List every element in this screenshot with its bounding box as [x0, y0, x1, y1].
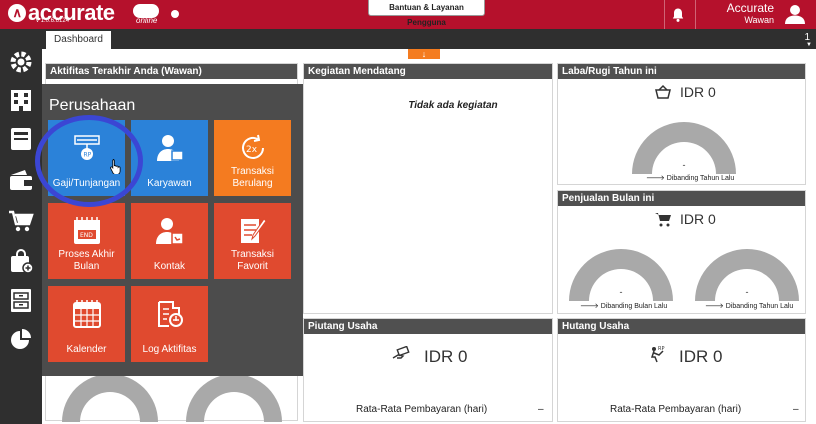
logo-version: v 1.0.6.6124 — [36, 18, 70, 24]
divider — [695, 0, 696, 29]
panel-title: Aktifitas Terakhir Anda (Wawan) — [46, 64, 297, 79]
tile-activity-log[interactable]: Log Aktifitas — [131, 286, 208, 362]
tile-contact[interactable]: Kontak — [131, 203, 208, 279]
bag-icon[interactable] — [8, 248, 34, 274]
panel-title: Penjualan Bulan ini — [558, 191, 805, 206]
tile-label: Kalender — [66, 344, 107, 355]
piechart-icon[interactable] — [8, 327, 34, 353]
favorite-transaction-icon — [238, 216, 268, 246]
sidebar — [0, 29, 42, 424]
avg-payment-label: Rata-Rata Pembayaran (hari) — [610, 404, 742, 415]
tab-dashboard[interactable]: Dashboard — [46, 31, 111, 49]
tab-bar: Dashboard 1 ▼ — [42, 29, 816, 49]
gauge-caption: 🡒 Dibanding Bulan Lalu — [580, 303, 668, 310]
company-icon[interactable] — [8, 87, 34, 113]
tile-favorite-transaction[interactable]: Transaksi Favorit — [214, 203, 291, 279]
profit-panel: Laba/Rugi Tahun ini IDR 0 - 🡒 Dibanding … — [557, 63, 806, 185]
tile-label: Transaksi Favorit — [231, 249, 274, 272]
bell-icon[interactable] — [670, 7, 686, 23]
app-name: Accurate — [726, 1, 774, 15]
calendar-icon — [72, 299, 102, 329]
balance-icon — [654, 84, 672, 100]
chevron-down-icon[interactable]: ▼ — [806, 42, 812, 48]
gauge-value: - — [682, 160, 686, 170]
upcoming-panel: Kegiatan Mendatang Tidak ada kegiatan — [303, 63, 553, 314]
cart-icon — [654, 211, 672, 227]
panel-title: Piutang Usaha — [304, 319, 552, 334]
svg-text:RP: RP — [658, 346, 665, 352]
tile-label: Proses Akhir Bulan — [58, 249, 115, 272]
user-name: Wawan — [744, 15, 774, 25]
gauge-value: - — [619, 287, 623, 297]
cabinet-icon[interactable] — [8, 287, 34, 313]
wallet-icon[interactable] — [8, 167, 34, 193]
help-button[interactable]: Bantuan & Layanan Pengguna — [368, 0, 485, 27]
logo-online: online — [136, 16, 158, 25]
tile-recurring[interactable]: 2x Transaksi Berulang — [214, 120, 291, 196]
divider — [664, 0, 665, 29]
avg-payment-label: Rata-Rata Pembayaran (hari) — [356, 404, 488, 415]
gear-icon[interactable] — [8, 49, 34, 75]
svg-text:2x: 2x — [246, 145, 258, 155]
tile-label: Karyawan — [147, 178, 192, 189]
recurring-icon: 2x — [238, 133, 268, 163]
empty-message: Tidak ada kegiatan — [408, 100, 498, 111]
cart-icon[interactable] — [8, 208, 34, 234]
gauge-chart — [62, 374, 282, 422]
top-bar: ∧ accurate v 1.0.6.6124 online Bantuan & … — [0, 0, 816, 29]
sales-amount: IDR 0 — [680, 211, 716, 227]
gauge-caption: 🡒 Dibanding Tahun Lalu — [646, 175, 735, 182]
tile-month-end[interactable]: END Proses Akhir Bulan — [48, 203, 125, 279]
avg-payment-value: – — [793, 404, 799, 415]
gauge-caption: 🡒 Dibanding Tahun Lalu — [705, 303, 794, 310]
payable-amount: IDR 0 — [679, 347, 723, 366]
user-menu[interactable]: Accurate Wawan — [727, 2, 774, 25]
collapse-toggle-button[interactable]: ↓ — [408, 49, 440, 59]
panel-title: Hutang Usaha — [558, 319, 805, 334]
tile-label: Transaksi Berulang — [231, 166, 274, 189]
avg-payment-value: – — [538, 404, 544, 415]
profit-amount: IDR 0 — [680, 84, 716, 100]
hand-cursor-icon — [110, 158, 122, 175]
sales-panel: Penjualan Bulan ini IDR 0 - 🡒 Dibanding … — [557, 190, 806, 314]
contact-icon — [155, 216, 185, 246]
receivable-panel: Piutang Usaha IDR 0 Rata-Rata Pembayaran… — [303, 318, 553, 422]
payment-icon: RP — [648, 345, 666, 363]
receivable-amount: IDR 0 — [424, 347, 468, 366]
user-icon[interactable] — [782, 2, 808, 26]
panel-title: Laba/Rugi Tahun ini — [558, 64, 805, 79]
money-hand-icon — [392, 345, 410, 362]
tile-label: Log Aktifitas — [142, 344, 197, 355]
status-dot — [171, 10, 179, 18]
month-end-icon: END — [72, 216, 102, 246]
employee-icon — [155, 133, 185, 163]
gauge-value: - — [745, 287, 749, 297]
highlight-ring — [35, 115, 143, 207]
svg-text:END: END — [80, 232, 93, 239]
menu-title: Perusahaan — [49, 97, 136, 114]
activity-log-icon — [155, 299, 185, 329]
tile-calendar[interactable]: Kalender — [48, 286, 125, 362]
payable-panel: Hutang Usaha RP IDR 0 Rata-Rata Pembayar… — [557, 318, 806, 422]
ledger-icon[interactable] — [8, 126, 34, 152]
panel-title: Kegiatan Mendatang — [304, 64, 552, 79]
tile-label: Kontak — [153, 261, 186, 272]
